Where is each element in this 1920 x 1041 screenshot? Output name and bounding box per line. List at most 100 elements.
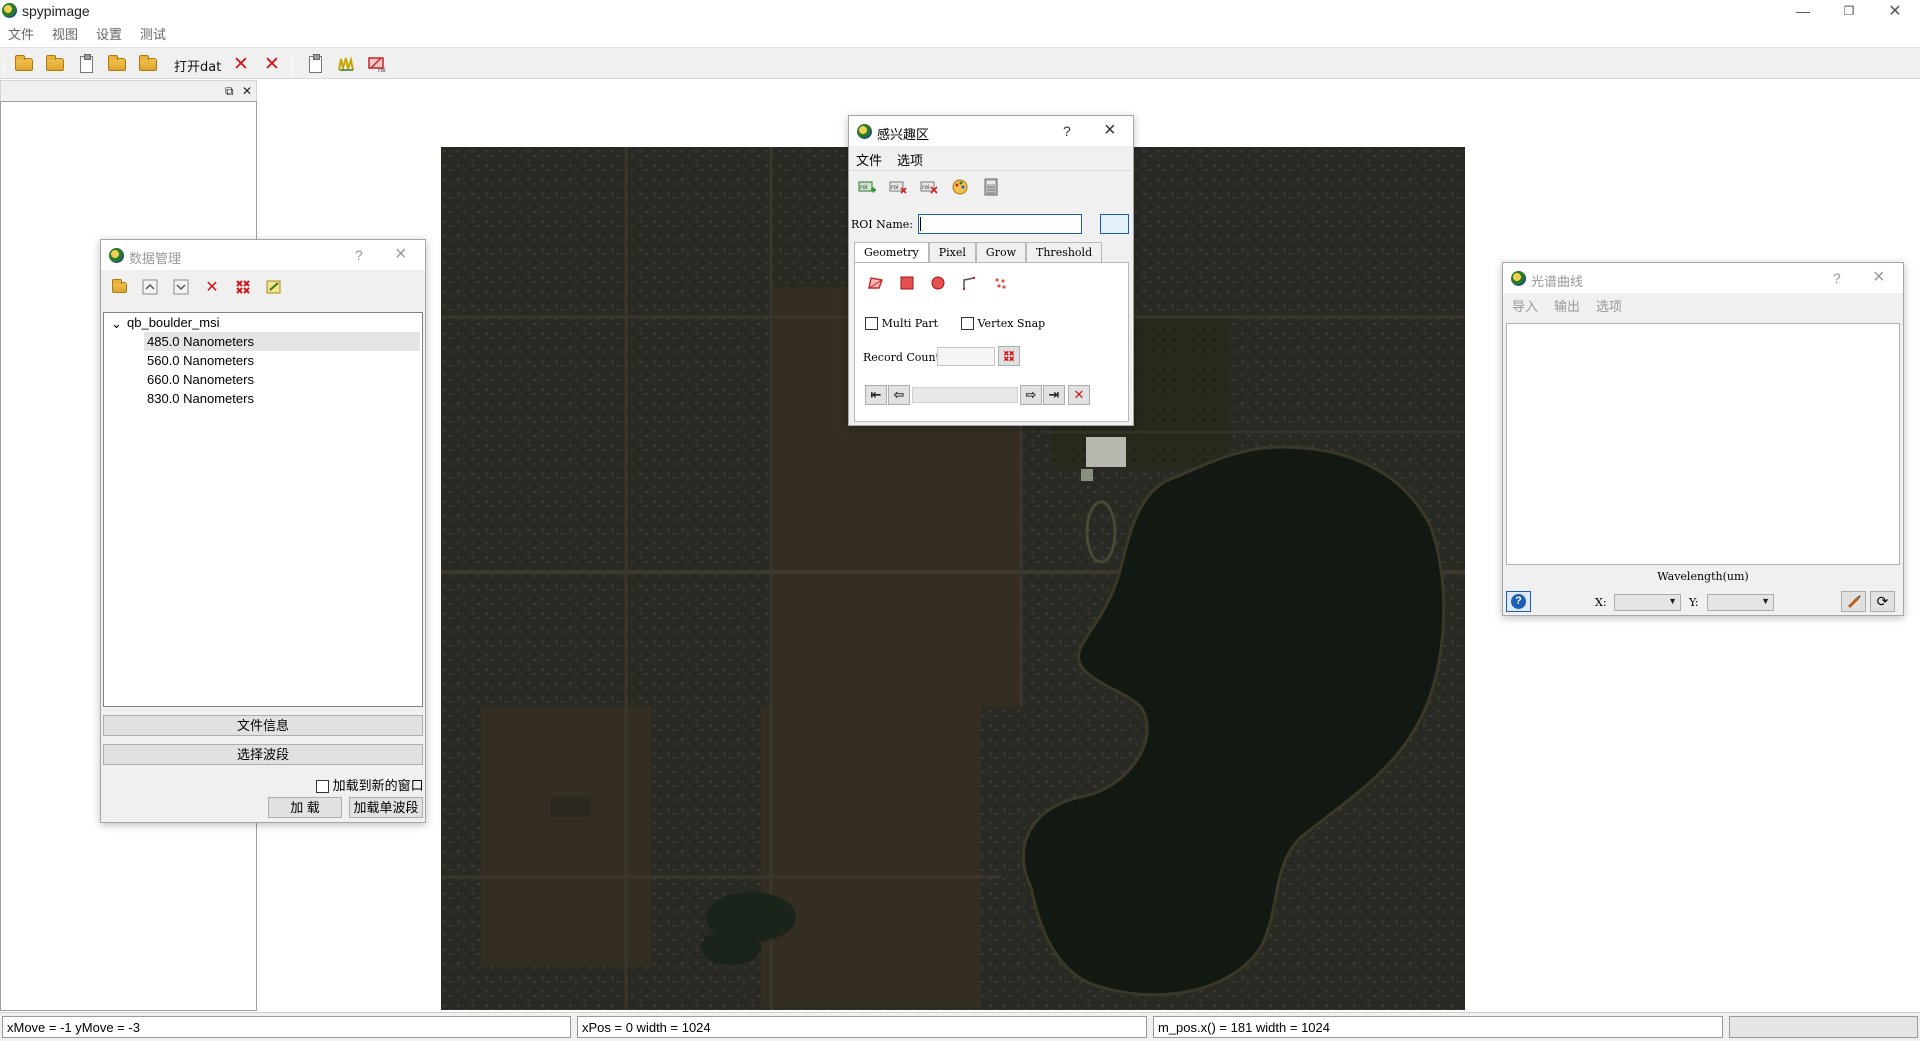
multi-part-label: Multi Part <box>881 317 939 330</box>
band-item[interactable]: 560.0 Nanometers <box>144 351 254 370</box>
prev-record-icon[interactable]: ⇦ <box>888 385 910 405</box>
open-folder-3-icon[interactable] <box>106 53 128 75</box>
tab-grow[interactable]: Grow <box>975 242 1027 262</box>
record-navigator: ⇤ ⇦ ⇨ ⇥ ✕ <box>865 385 1115 405</box>
clipboard-icon[interactable] <box>75 53 97 75</box>
roi-color-button[interactable] <box>1100 214 1129 234</box>
band-item[interactable]: 830.0 Nanometers <box>144 389 254 408</box>
point-icon[interactable] <box>989 272 1011 294</box>
select-band-button[interactable]: 选择波段 <box>103 744 423 765</box>
tree-expand-icon[interactable]: ⌄ <box>108 314 122 333</box>
draw-icon[interactable] <box>1841 591 1866 612</box>
polyline-icon[interactable] <box>958 272 980 294</box>
band-item[interactable]: 660.0 Nanometers <box>144 370 254 389</box>
move-down-icon[interactable] <box>170 276 192 298</box>
app-title: spypimage <box>22 3 90 19</box>
tree-root-item[interactable]: qb_boulder_msi <box>124 313 220 332</box>
dialog-close-button[interactable]: × <box>1873 266 1885 289</box>
menu-test[interactable]: 测试 <box>140 24 166 43</box>
load-single-band-button[interactable]: 加载单波段 <box>349 797 423 818</box>
delete-record-icon[interactable]: ✕ <box>1068 385 1090 405</box>
spectral-curve-dialog: 光谱曲线 ? × 导入 输出 选项 Wavelength(um) ? X: Y:… <box>1502 262 1904 616</box>
calculator-icon[interactable] <box>980 176 1002 198</box>
y-select[interactable] <box>1707 594 1774 611</box>
checkbox[interactable] <box>865 317 878 331</box>
first-record-icon[interactable]: ⇤ <box>865 385 887 405</box>
last-record-icon[interactable]: ⇥ <box>1043 385 1065 405</box>
status-pos: xPos = 0 width = 1024 <box>577 1016 1147 1038</box>
roi-menu-options[interactable]: 选项 <box>897 150 923 169</box>
spectral-plot-area[interactable] <box>1506 323 1900 565</box>
checkbox[interactable] <box>316 780 329 794</box>
minimize-button[interactable]: — <box>1780 0 1826 22</box>
notes-icon[interactable] <box>304 53 326 75</box>
close-button[interactable]: ✕ <box>1872 0 1918 22</box>
clear-roi-icon[interactable]: roi <box>918 176 940 198</box>
svg-text:roi: roi <box>860 184 868 191</box>
help-button[interactable]: ? <box>1833 270 1841 286</box>
tab-geometry[interactable]: Geometry <box>854 242 929 262</box>
open-folder-4-icon[interactable] <box>137 53 159 75</box>
record-slider[interactable] <box>912 387 1018 403</box>
checkbox[interactable] <box>961 317 974 331</box>
multi-part-checkbox[interactable]: Multi Part <box>865 315 939 331</box>
edit-icon[interactable] <box>263 276 285 298</box>
menu-options[interactable]: 选项 <box>1596 296 1622 315</box>
text-cursor <box>920 217 921 231</box>
roi-tool-icon[interactable]: roi <box>366 53 388 75</box>
app-logo-icon <box>857 124 872 139</box>
dock-close-icon[interactable]: ✕ <box>242 84 252 98</box>
close-red-icon[interactable]: ✕ <box>230 53 252 75</box>
menu-export[interactable]: 输出 <box>1554 296 1580 315</box>
menu-settings[interactable]: 设置 <box>96 24 122 43</box>
refresh-icon[interactable]: ⟳ <box>1870 591 1895 612</box>
help-button[interactable]: ? <box>1063 123 1071 139</box>
load-button[interactable]: 加 载 <box>268 797 342 818</box>
dialog-close-button[interactable]: × <box>395 243 407 266</box>
dock-float-icon[interactable]: ⧉ <box>225 84 234 99</box>
tab-pixel[interactable]: Pixel <box>928 242 976 262</box>
menu-file[interactable]: 文件 <box>8 24 34 43</box>
dialog-close-button[interactable]: × <box>1104 119 1116 142</box>
help-button[interactable]: ? <box>355 247 363 263</box>
menu-view[interactable]: 视图 <box>52 24 78 43</box>
dialog-title: 感兴趣区 <box>877 127 930 142</box>
new-roi-icon[interactable]: roi <box>856 176 878 198</box>
polygon-icon[interactable] <box>865 272 887 294</box>
x-select[interactable] <box>1614 594 1681 611</box>
vertex-snap-checkbox[interactable]: Vertex Snap <box>961 315 1045 331</box>
palette-icon[interactable] <box>949 176 971 198</box>
open-folder-2-icon[interactable] <box>44 53 66 75</box>
open-folder-icon[interactable] <box>108 276 130 298</box>
app-logo-icon <box>2 3 17 18</box>
status-bar: xMove = -1 yMove = -3 xPos = 0 width = 1… <box>0 1012 1920 1041</box>
open-folder-icon[interactable] <box>13 53 35 75</box>
restore-button[interactable]: ❐ <box>1826 0 1872 22</box>
file-info-button[interactable]: 文件信息 <box>103 715 423 736</box>
menu-import[interactable]: 导入 <box>1512 296 1538 315</box>
roi-name-input[interactable] <box>918 214 1082 234</box>
roi-menu-file[interactable]: 文件 <box>856 150 882 169</box>
load-new-window-checkbox[interactable]: 加载到新的窗口 <box>316 775 424 794</box>
open-dat-button[interactable]: 打开dat <box>174 56 221 75</box>
band-item[interactable]: 485.0 Nanometers <box>144 332 420 351</box>
x-label: X: <box>1595 596 1607 609</box>
clear-records-icon[interactable] <box>998 346 1020 366</box>
close-all-red-icon[interactable]: ✕ <box>261 53 283 75</box>
tab-threshold[interactable]: Threshold <box>1026 242 1103 262</box>
help-icon[interactable]: ? <box>1506 591 1531 612</box>
spectrum-icon[interactable] <box>335 53 357 75</box>
delete-roi-icon[interactable]: roi <box>887 176 909 198</box>
move-up-icon[interactable] <box>139 276 161 298</box>
roi-menu: 文件 选项 <box>856 150 923 169</box>
dialog-title-bar: 光谱曲线 ? × <box>1503 263 1903 293</box>
ellipse-icon[interactable] <box>927 272 949 294</box>
rectangle-icon[interactable] <box>896 272 918 294</box>
wavelength-axis-label: Wavelength(um) <box>1657 570 1749 583</box>
status-move: xMove = -1 yMove = -3 <box>2 1016 571 1038</box>
delete-all-icon[interactable] <box>232 276 254 298</box>
next-record-icon[interactable]: ⇨ <box>1020 385 1042 405</box>
record-count-label: Record Count <box>863 351 940 364</box>
dialog-title-bar: 感兴趣区 ? × <box>849 116 1133 146</box>
delete-icon[interactable]: ✕ <box>201 276 223 298</box>
